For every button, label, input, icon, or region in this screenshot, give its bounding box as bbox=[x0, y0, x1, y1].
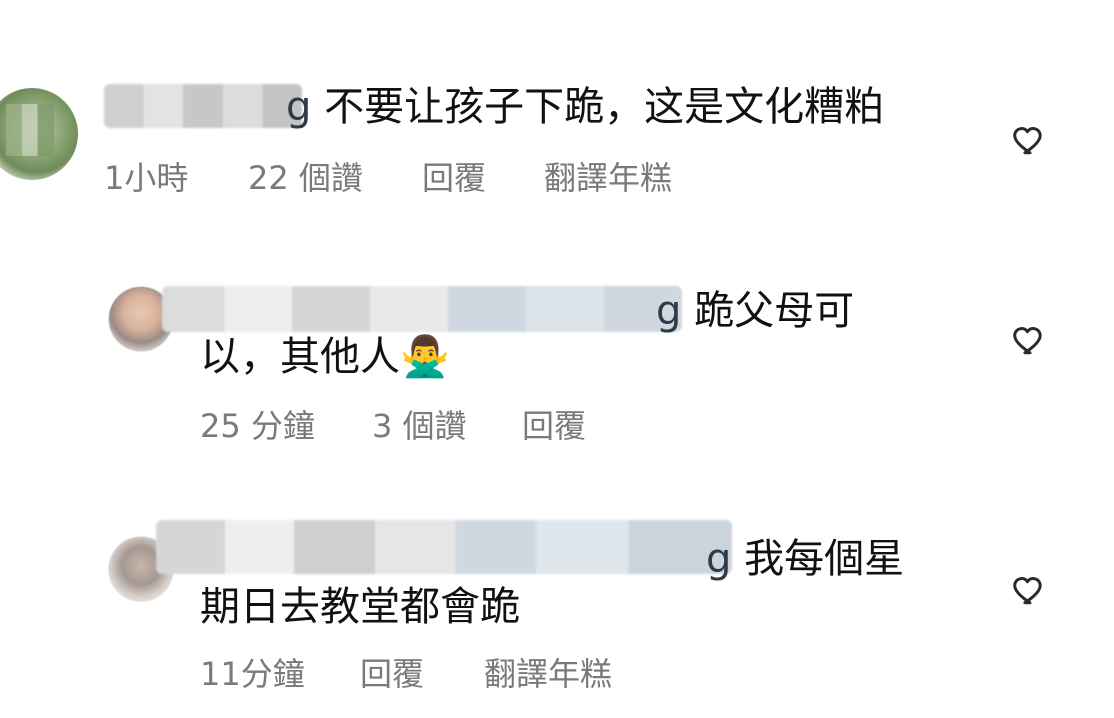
like-count[interactable]: 3 個讚 bbox=[372, 406, 467, 446]
heart-icon bbox=[1013, 577, 1042, 605]
avatar-blur bbox=[6, 104, 54, 156]
username-redacted[interactable] bbox=[156, 520, 732, 574]
comment-body: 不要让孩子下跪，这是文化糟粕 bbox=[324, 84, 885, 130]
reply-button[interactable]: 回覆 bbox=[360, 654, 424, 694]
heart-icon[interactable] bbox=[1012, 572, 1048, 608]
heart-icon[interactable] bbox=[1012, 322, 1048, 358]
translate-button[interactable]: 翻譯年糕 bbox=[484, 654, 612, 694]
comment-time: 25 分鐘 bbox=[200, 407, 315, 445]
comment-meta: 25 分鐘 3 個讚 回覆 bbox=[200, 406, 800, 446]
username-tail[interactable]: g bbox=[286, 84, 311, 130]
reply-button[interactable]: 回覆 bbox=[522, 406, 586, 446]
heart-icon bbox=[1013, 127, 1042, 155]
comment-text-line1: g 跪父母可 bbox=[656, 286, 854, 336]
comment-text-line1: g 我每個星 bbox=[706, 534, 904, 584]
comment-meta: 1小時 22 個讚 回覆 翻譯年糕 bbox=[104, 158, 804, 198]
username-redacted[interactable] bbox=[104, 84, 302, 128]
avatar[interactable] bbox=[0, 88, 78, 180]
username-redacted[interactable] bbox=[162, 286, 682, 332]
comment-body-line1: 我每個星 bbox=[744, 536, 905, 582]
comment-text: g 不要让孩子下跪，这是文化糟粕 bbox=[286, 82, 884, 132]
comment-meta: 11分鐘 回覆 翻譯年糕 bbox=[200, 654, 800, 694]
reply-button[interactable]: 回覆 bbox=[422, 158, 486, 198]
heart-icon[interactable] bbox=[1012, 122, 1048, 158]
comment-body-line1: 跪父母可 bbox=[694, 288, 855, 334]
username-tail[interactable]: g bbox=[706, 536, 731, 582]
comment-text-line2: 以，其他人🙅‍♂️ bbox=[200, 334, 450, 380]
comments-list: g 不要让孩子下跪，这是文化糟粕 1小時 22 個讚 回覆 翻譯年糕 g 跪父母… bbox=[0, 0, 1114, 718]
comment-text-line2: 期日去教堂都會跪 bbox=[200, 584, 520, 630]
like-count[interactable]: 22 個讚 bbox=[248, 158, 363, 198]
comment-time: 1小時 bbox=[104, 159, 189, 197]
username-tail[interactable]: g bbox=[656, 288, 681, 334]
translate-button[interactable]: 翻譯年糕 bbox=[544, 158, 672, 198]
comment-time: 11分鐘 bbox=[200, 655, 305, 693]
heart-icon bbox=[1013, 327, 1042, 355]
